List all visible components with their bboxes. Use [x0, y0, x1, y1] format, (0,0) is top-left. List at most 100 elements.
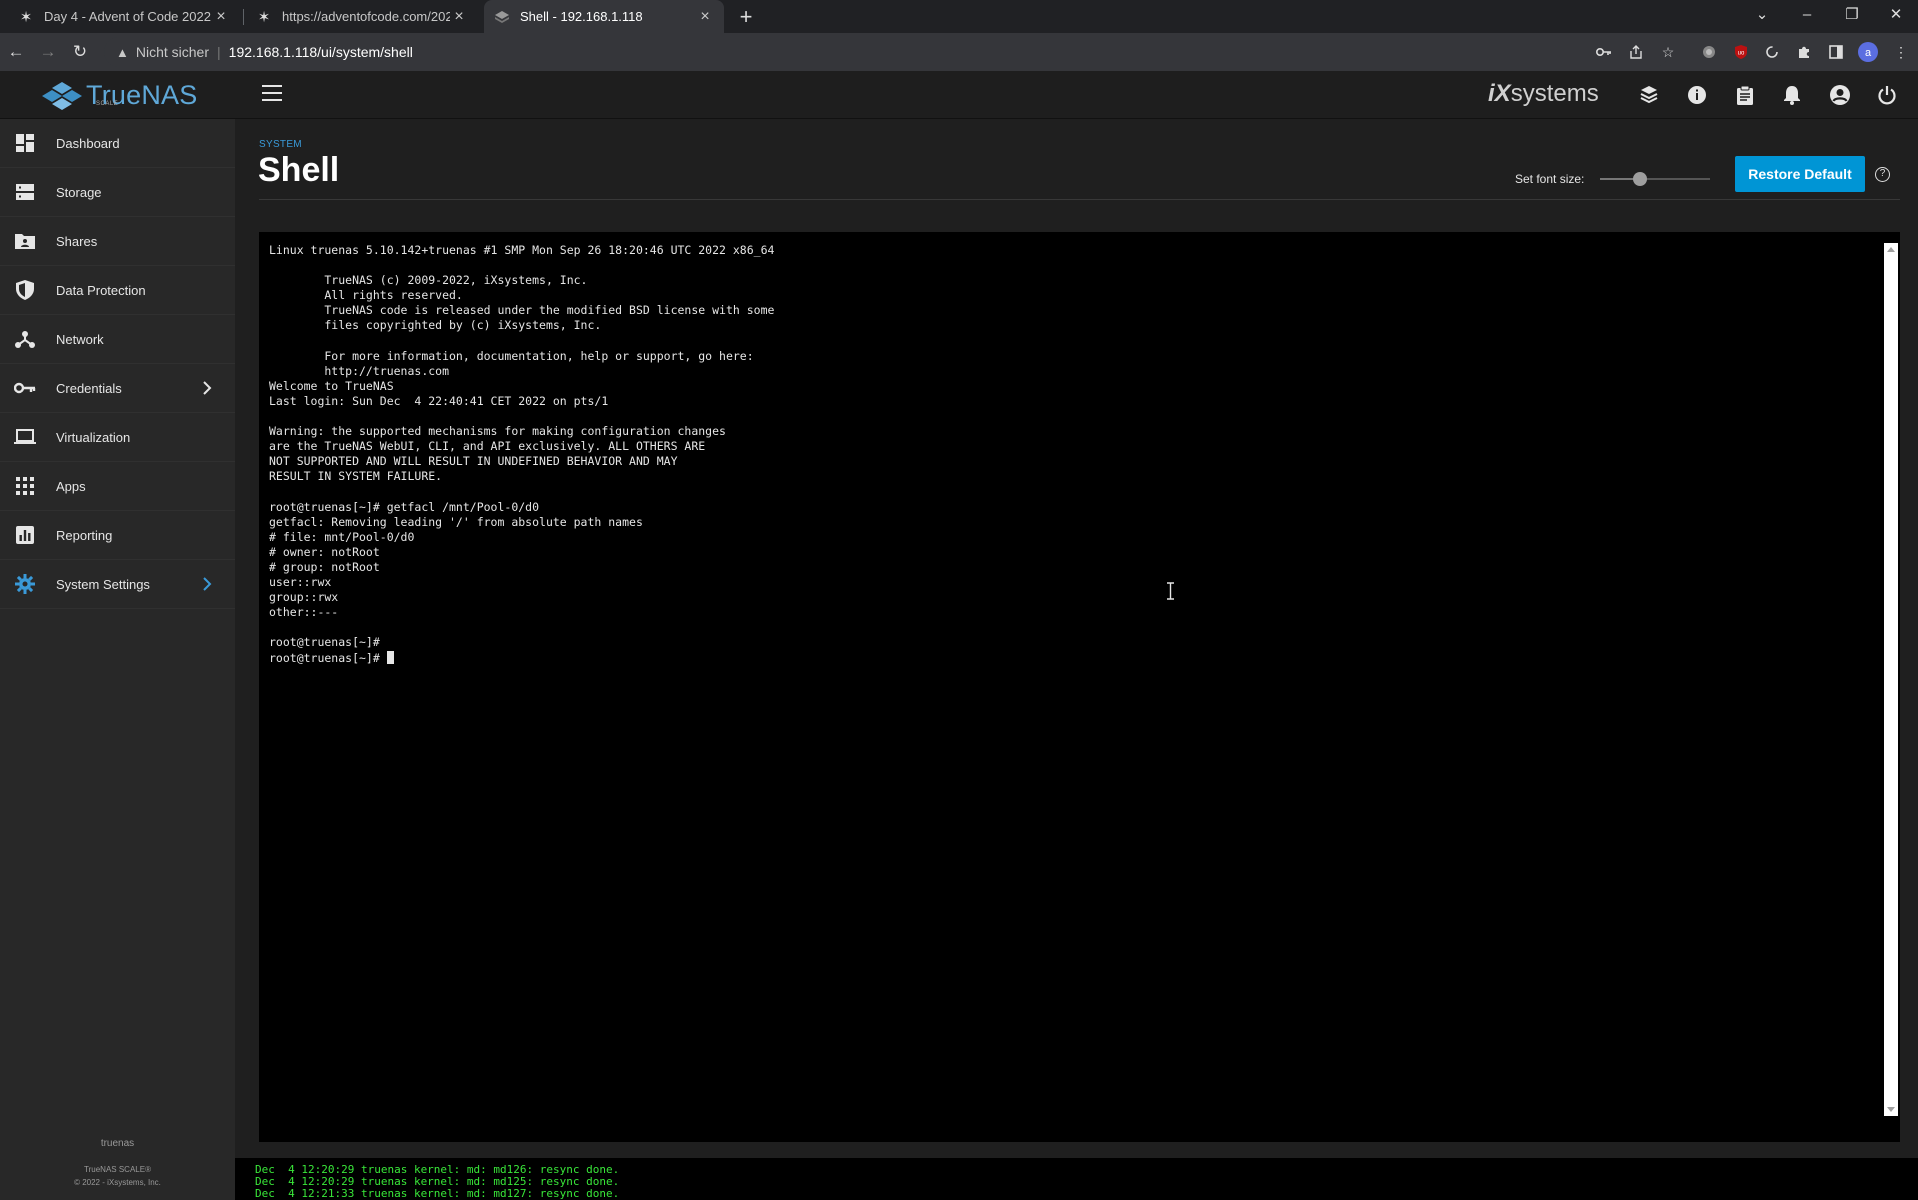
minimize-button[interactable]: –: [1785, 0, 1829, 33]
sidebar-item-virtualization[interactable]: Virtualization: [0, 413, 235, 462]
warning-triangle-icon[interactable]: ▲: [116, 45, 129, 60]
sidebar-item-apps[interactable]: Apps: [0, 462, 235, 511]
puzzle-extensions-icon[interactable]: [1794, 42, 1814, 62]
terminal-cursor: [386, 650, 394, 664]
star-icon: ✶: [257, 8, 271, 26]
sidebar-item-label: System Settings: [56, 576, 150, 592]
forward-arrow-icon[interactable]: →: [36, 40, 60, 64]
terminal[interactable]: Linux truenas 5.10.142+truenas #1 SMP Mo…: [259, 232, 1900, 1142]
sidebar-item-reporting[interactable]: Reporting: [0, 511, 235, 560]
help-icon[interactable]: ?: [1875, 167, 1890, 182]
new-tab-button[interactable]: +: [733, 4, 759, 30]
bell-icon[interactable]: [1780, 83, 1804, 107]
browser-tab-advent-day4[interactable]: ✶ Day 4 - Advent of Code 2022 ×: [8, 0, 240, 33]
hostname-label: truenas: [100, 1138, 135, 1149]
sidebar-item-storage[interactable]: Storage: [0, 168, 235, 217]
laptop-icon: [14, 426, 36, 448]
scroll-up-arrow-icon[interactable]: [1887, 247, 1895, 252]
info-icon[interactable]: [1685, 83, 1709, 107]
url-text[interactable]: 192.168.1.118/ui/system/shell: [229, 44, 413, 60]
font-size-label: Set font size:: [1515, 172, 1585, 186]
svg-text:a: a: [1865, 47, 1872, 59]
font-size-slider[interactable]: [1600, 172, 1710, 186]
page-title: Shell: [258, 151, 340, 189]
key-icon[interactable]: [1594, 42, 1614, 62]
sidebar-item-label: Network: [56, 331, 104, 347]
tab-title: https://adventofcode.com/2022/: [282, 9, 450, 24]
address-bar[interactable]: ▲ Nicht sicher | 192.168.1.118/ui/system…: [104, 37, 1669, 67]
ixsystems-logo[interactable]: iXsystems: [1488, 80, 1599, 108]
sidebar-item-label: Apps: [56, 478, 86, 494]
sidebar-item-shares[interactable]: Shares: [0, 217, 235, 266]
power-icon[interactable]: [1875, 83, 1899, 107]
close-tab-icon[interactable]: ×: [450, 8, 468, 26]
dashboard-icon: [14, 132, 36, 154]
text-cursor-icon: [1167, 582, 1174, 600]
browser-tab-shell[interactable]: Shell - 192.168.1.118 ×: [484, 0, 724, 33]
ixsystems-logo-prefix: iX: [1488, 80, 1511, 107]
terminal-scrollbar[interactable]: [1884, 243, 1898, 1116]
account-icon[interactable]: [1828, 83, 1852, 107]
restore-default-button[interactable]: Restore Default: [1735, 156, 1865, 192]
truenas-icon: [494, 9, 510, 25]
network-icon: [14, 328, 36, 350]
browser-menu-icon[interactable]: ⋮: [1891, 42, 1911, 62]
truenas-logo[interactable]: TrueNAS: [42, 77, 197, 113]
restore-window-button[interactable]: ❐: [1830, 0, 1874, 33]
side-panel-icon[interactable]: [1826, 42, 1846, 62]
terminal-output: Linux truenas 5.10.142+truenas #1 SMP Mo…: [269, 243, 774, 666]
storage-icon: [14, 181, 36, 203]
scroll-down-arrow-icon[interactable]: [1887, 1107, 1895, 1112]
tab-title: Day 4 - Advent of Code 2022: [44, 9, 211, 24]
breadcrumb[interactable]: SYSTEM: [259, 139, 302, 150]
close-tab-icon[interactable]: ×: [212, 8, 230, 26]
ublock-icon[interactable]: uo: [1731, 42, 1751, 62]
clipboard-tasks-icon[interactable]: [1733, 83, 1757, 107]
sidebar-item-label: Dashboard: [56, 135, 120, 151]
truecommand-icon[interactable]: [1637, 83, 1661, 107]
sidebar: Dashboard Storage Shares Data Protection…: [0, 119, 235, 1200]
reload-icon[interactable]: ↻: [68, 40, 92, 64]
copyright-text: TrueNAS SCALE® © 2022 - iXsystems, Inc.: [0, 1163, 235, 1189]
close-tab-icon[interactable]: ×: [696, 8, 714, 26]
close-window-button[interactable]: ✕: [1874, 0, 1918, 33]
sidebar-item-credentials[interactable]: Credentials: [0, 364, 235, 413]
terminal-history: Linux truenas 5.10.142+truenas #1 SMP Mo…: [269, 243, 775, 650]
truenas-logo-subtitle: SCALE: [96, 101, 119, 107]
profile-avatar[interactable]: a: [1858, 42, 1878, 62]
menu-toggle-icon[interactable]: [262, 85, 282, 101]
apps-grid-icon: [14, 475, 36, 497]
font-size-slider-thumb[interactable]: [1632, 172, 1647, 186]
tab-separator: [243, 9, 244, 25]
app-header: TrueNAS SCALE iXsystems: [0, 71, 1918, 119]
tab-title: Shell - 192.168.1.118: [520, 9, 643, 24]
bookmark-star-icon[interactable]: ☆: [1658, 42, 1678, 62]
tab-search-icon[interactable]: ⌄: [1740, 0, 1784, 33]
address-separator: |: [217, 44, 221, 60]
svg-text:uo: uo: [1738, 51, 1745, 57]
header-divider: [259, 199, 1900, 200]
sidebar-item-dashboard[interactable]: Dashboard: [0, 119, 235, 168]
key-icon: [14, 377, 36, 399]
sidebar-item-system-settings[interactable]: System Settings: [0, 560, 235, 609]
chart-icon: [14, 524, 36, 546]
sidebar-item-network[interactable]: Network: [0, 315, 235, 364]
browser-tab-advent-url[interactable]: ✶ https://adventofcode.com/2022/ ×: [246, 0, 478, 33]
copyright-line: © 2022 - iXsystems, Inc.: [74, 1178, 161, 1187]
sync-icon[interactable]: [1762, 42, 1782, 62]
terminal-prompt: root@truenas[~]#: [269, 650, 387, 665]
star-icon: ✶: [19, 8, 33, 26]
shares-folder-icon: [14, 230, 36, 252]
sidebar-item-data-protection[interactable]: Data Protection: [0, 266, 235, 315]
share-icon[interactable]: [1626, 42, 1646, 62]
chevron-right-icon[interactable]: [199, 576, 215, 592]
browser-tab-strip: ✶ Day 4 - Advent of Code 2022 × ✶ https:…: [0, 0, 1918, 33]
console-log-text: Dec 4 12:20:29 truenas kernel: md: md126…: [255, 1163, 620, 1200]
security-status[interactable]: Nicht sicher: [136, 44, 209, 60]
sidebar-item-label: Shares: [56, 233, 98, 249]
back-arrow-icon[interactable]: ←: [4, 40, 28, 64]
sidebar-item-label: Reporting: [56, 527, 113, 543]
truenas-logo-mark: [42, 82, 82, 110]
extension-icon[interactable]: [1699, 42, 1719, 62]
chevron-right-icon[interactable]: [199, 380, 215, 396]
